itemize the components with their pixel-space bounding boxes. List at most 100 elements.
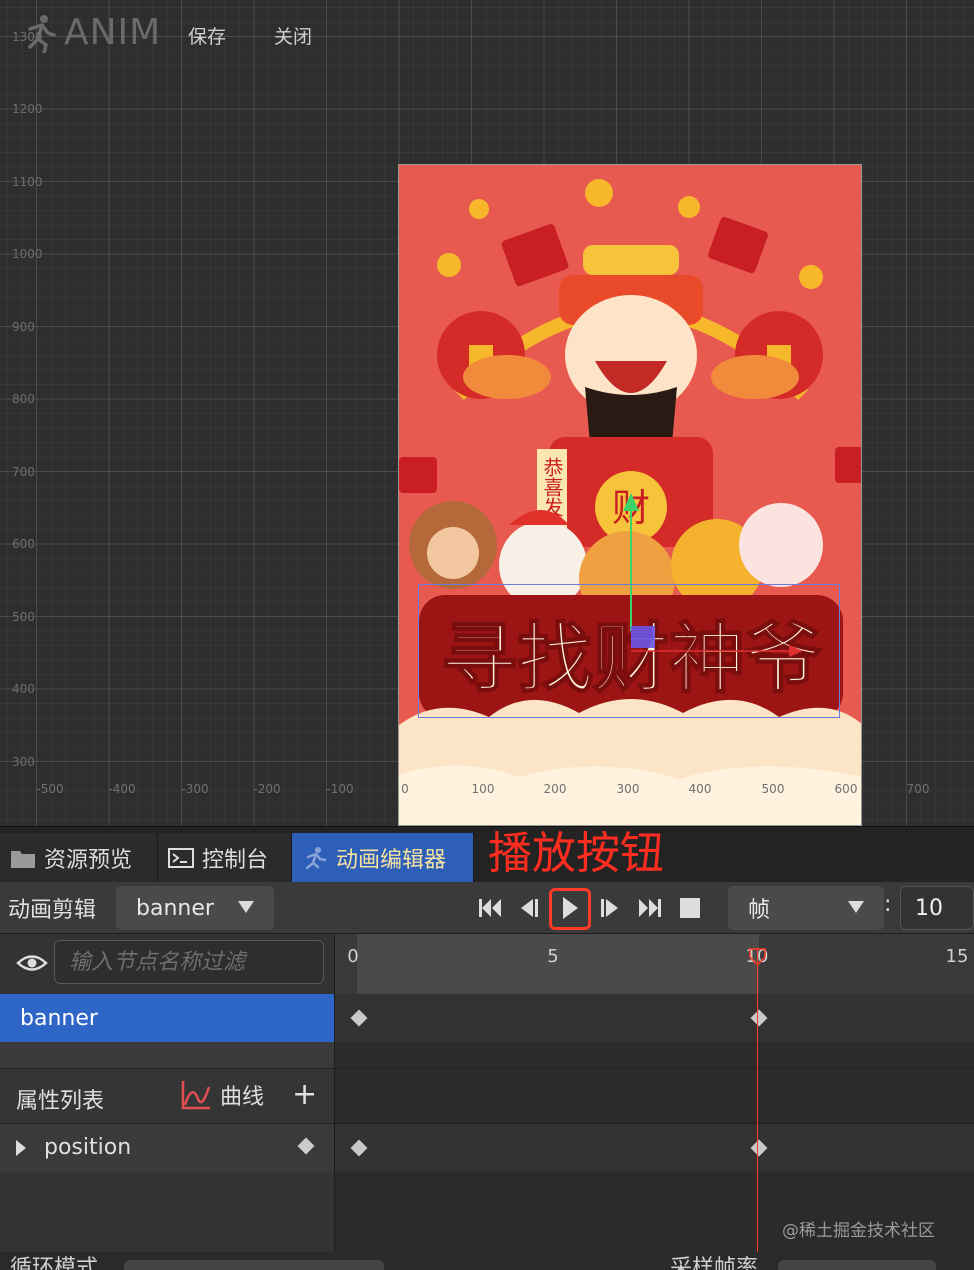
y-tick: 1000 — [12, 247, 43, 261]
x-tick: -400 — [108, 782, 136, 796]
x-tick: -200 — [253, 782, 281, 796]
node-property-panel: banner 属性列表 曲线 + position — [0, 934, 334, 1270]
tab-console[interactable]: 控制台 — [158, 833, 292, 883]
timeline-row-banner — [335, 994, 974, 1042]
x-tick: 500 — [761, 782, 785, 796]
node-name: banner — [20, 1005, 98, 1031]
anim-editor-app: ANIM 保存 关闭 1300 1200 1100 1000 900 800 7… — [0, 0, 974, 1270]
footer-bar: 循环模式 采样帧率 — [0, 1252, 974, 1270]
timeline-row-header — [335, 1068, 974, 1124]
save-button[interactable]: 保存 — [188, 22, 226, 49]
x-tick: 200 — [543, 782, 567, 796]
y-tick: 700 — [12, 465, 35, 479]
property-row-position[interactable]: position — [0, 1124, 334, 1172]
frame-separator: : — [884, 892, 892, 917]
scroll-text: 恭喜发 — [540, 457, 564, 517]
skip-to-end-icon — [639, 899, 661, 917]
playhead-line[interactable] — [757, 948, 758, 1270]
skip-to-start-icon — [479, 899, 501, 917]
loop-mode-label: 循环模式 — [10, 1256, 99, 1270]
stop-button[interactable] — [675, 892, 705, 924]
app-logo: ANIM — [22, 12, 161, 53]
terminal-icon — [168, 848, 194, 868]
tab-asset-preview[interactable]: 资源预览 — [0, 833, 158, 883]
curve-label: 曲线 — [220, 1085, 265, 1110]
x-tick: 700 — [906, 782, 930, 796]
chevron-down-icon — [848, 901, 864, 913]
folder-icon — [11, 851, 35, 868]
expand-arrow-icon[interactable] — [16, 1140, 26, 1156]
x-tick: 100 — [471, 782, 495, 796]
eye-icon[interactable] — [16, 952, 48, 974]
property-list-header: 属性列表 曲线 + — [0, 1068, 334, 1124]
y-tick: 1300 — [12, 30, 43, 44]
clip-label: 动画剪辑 — [8, 898, 97, 923]
clip-select-value: banner — [136, 895, 214, 921]
step-forward-icon — [601, 899, 618, 917]
play-button-annotation-label: 播放按钮 — [488, 828, 664, 879]
run-icon — [305, 847, 327, 869]
transform-anchor-handle[interactable] — [631, 626, 655, 648]
step-back-icon — [521, 899, 538, 917]
selection-bounding-box — [418, 584, 840, 718]
stop-icon — [680, 898, 700, 918]
tab-label: 控制台 — [202, 848, 269, 873]
loop-mode-select[interactable] — [124, 1260, 384, 1270]
timeline-row-position — [335, 1124, 974, 1172]
scene-view[interactable]: ANIM 保存 关闭 1300 1200 1100 1000 900 800 7… — [0, 0, 974, 826]
banner-poster-image[interactable]: 财 恭喜发 寻找财神爷 — [398, 164, 862, 826]
x-tick: 600 — [834, 782, 858, 796]
y-tick: 900 — [12, 320, 35, 334]
y-tick: 300 — [12, 755, 35, 769]
next-frame-button[interactable] — [596, 892, 626, 924]
tab-animation-editor[interactable]: 动画编辑器 — [292, 833, 474, 883]
go-to-end-button[interactable] — [635, 892, 665, 924]
current-frame-input[interactable] — [900, 886, 974, 930]
clip-select[interactable]: banner — [116, 886, 274, 930]
time-unit-select[interactable]: 帧 — [728, 886, 884, 930]
y-tick: 1200 — [12, 102, 43, 116]
x-tick: 300 — [616, 782, 640, 796]
playhead-handle-icon[interactable] — [749, 948, 766, 966]
ruler-label: 5 — [547, 946, 559, 967]
y-tick: 1100 — [12, 175, 43, 189]
previous-frame-button[interactable] — [513, 892, 543, 924]
x-tick: -300 — [181, 782, 209, 796]
x-tick: -100 — [326, 782, 354, 796]
y-tick: 500 — [12, 610, 35, 624]
ruler-label: 0 — [347, 946, 359, 967]
y-tick: 400 — [12, 682, 35, 696]
panel-tab-bar: 资源预览 控制台 动画编辑器 — [0, 826, 974, 883]
go-to-start-button[interactable] — [475, 892, 505, 924]
animation-toolbar: 动画剪辑 banner 帧 — [0, 882, 974, 934]
y-tick: 800 — [12, 392, 35, 406]
app-title: ANIM — [64, 12, 162, 53]
watermark-text: @稀土掘金技术社区 — [782, 1221, 935, 1241]
curve-button[interactable]: 曲线 — [180, 1079, 264, 1111]
time-unit-value: 帧 — [748, 898, 771, 923]
timeline-ruler[interactable]: 0 5 10 15 — [335, 934, 974, 994]
timeline-row-spacer — [335, 1042, 974, 1068]
close-button[interactable]: 关闭 — [274, 22, 312, 49]
x-tick: -500 — [36, 782, 64, 796]
tab-label: 动画编辑器 — [336, 848, 447, 873]
ruler-label: 15 — [945, 946, 969, 967]
curve-chart-icon — [181, 1081, 211, 1110]
y-tick: 600 — [12, 537, 35, 551]
tab-label: 资源预览 — [44, 848, 133, 873]
property-name: position — [44, 1135, 132, 1160]
sample-rate-input[interactable] — [778, 1260, 936, 1270]
top-bar: ANIM 保存 关闭 — [0, 0, 974, 70]
add-keyframe-icon[interactable] — [297, 1137, 315, 1155]
node-row-banner[interactable]: banner — [0, 994, 334, 1042]
property-list-title: 属性列表 — [16, 1089, 105, 1114]
add-property-button[interactable]: + — [292, 1077, 317, 1113]
chevron-down-icon — [238, 901, 254, 913]
play-button-highlight — [549, 888, 591, 930]
x-tick: 400 — [688, 782, 712, 796]
node-filter-input[interactable] — [54, 940, 324, 984]
poster-artwork: 财 恭喜发 寻找财神爷 — [399, 165, 861, 825]
node-row-spacer — [0, 1042, 334, 1068]
sample-rate-label: 采样帧率 — [670, 1256, 759, 1270]
x-tick: 0 — [401, 782, 409, 796]
